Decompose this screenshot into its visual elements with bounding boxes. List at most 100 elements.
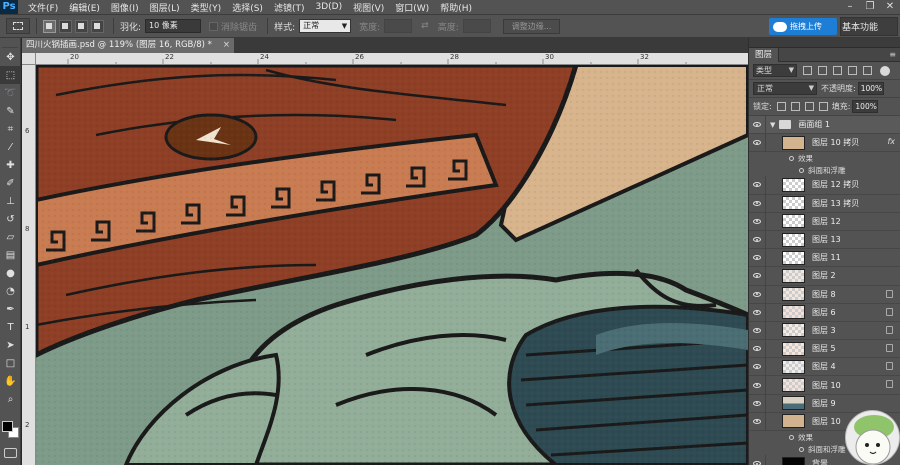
hand-icon[interactable]: ✋ [0, 372, 21, 390]
visibility-toggle[interactable] [749, 212, 766, 231]
visibility-toggle[interactable] [749, 303, 766, 322]
swap-icon[interactable]: ⇄ [421, 21, 429, 31]
dodge-icon[interactable]: ◔ [0, 282, 21, 300]
eyedropper-icon[interactable]: ⁄ [0, 138, 21, 156]
visibility-toggle[interactable] [749, 339, 766, 358]
fill-input[interactable]: 100% [852, 100, 879, 113]
visibility-toggle[interactable] [749, 266, 766, 285]
menu-help[interactable]: 帮助(H) [440, 1, 472, 14]
vertical-ruler[interactable]: 6 8 1 2 [22, 65, 36, 465]
effect-item-row[interactable]: 斜面和浮雕 [749, 164, 900, 176]
marquee-icon[interactable]: ⬚ [0, 66, 21, 84]
add-selection-icon[interactable] [59, 19, 72, 33]
close-button[interactable]: ✕ [880, 0, 900, 14]
fx-icon[interactable]: fx [887, 137, 895, 146]
layer-row[interactable]: 图层 5 [749, 339, 900, 359]
effect-visibility-icon[interactable] [789, 434, 794, 440]
menu-view[interactable]: 视图(V) [353, 1, 384, 14]
stamp-icon[interactable]: ⊥ [0, 192, 21, 210]
filter-toggle[interactable] [880, 65, 890, 76]
menu-window[interactable]: 窗口(W) [395, 1, 429, 14]
crop-icon[interactable]: ⌗ [0, 120, 21, 138]
feather-input[interactable]: 10 像素 [145, 19, 202, 33]
visibility-toggle[interactable] [749, 285, 766, 304]
type-filter-icon[interactable] [833, 66, 842, 75]
panel-collapse-strip[interactable] [749, 38, 900, 48]
menu-file[interactable]: 文件(F) [28, 1, 58, 14]
effect-visibility-icon[interactable] [799, 167, 804, 173]
menu-filter[interactable]: 滤镜(T) [274, 1, 305, 14]
upload-button[interactable]: 拖拽上传 [769, 18, 837, 35]
refine-edge-button[interactable]: 调整边缘... [502, 18, 561, 34]
layer-row[interactable]: 图层 4 [749, 357, 900, 377]
visibility-toggle[interactable] [749, 321, 766, 340]
shape-filter-icon[interactable] [848, 66, 857, 75]
rectangle-icon[interactable]: □ [0, 354, 21, 372]
layer-row[interactable]: 图层 11 [749, 248, 900, 268]
visibility-toggle[interactable] [749, 376, 766, 395]
layer-group-row[interactable]: ▼ 画面组 1 [749, 116, 900, 135]
minimize-button[interactable]: – [840, 0, 860, 14]
assistant-avatar[interactable] [845, 410, 900, 465]
lock-position-icon[interactable] [804, 102, 814, 111]
pen-icon[interactable]: ✒ [0, 300, 21, 318]
healing-icon[interactable]: ✚ [0, 156, 21, 174]
subtract-selection-icon[interactable] [75, 19, 88, 33]
brush-icon[interactable]: ✐ [0, 174, 21, 192]
effect-visibility-icon[interactable] [789, 155, 794, 161]
layer-row[interactable]: 图层 12 拷贝 [749, 175, 900, 195]
history-brush-icon[interactable]: ↺ [0, 210, 21, 228]
tab-layers[interactable]: 图层 [749, 47, 780, 62]
horizontal-ruler[interactable]: 20 22 24 26 28 30 32 [36, 53, 748, 65]
visibility-toggle[interactable] [749, 357, 766, 376]
artwork-canvas[interactable] [36, 65, 748, 465]
width-input[interactable] [384, 19, 413, 33]
path-select-icon[interactable]: ➤ [0, 336, 21, 354]
opacity-input[interactable]: 100% [857, 82, 884, 95]
layer-row[interactable]: 图层 2 [749, 266, 900, 286]
layer-row[interactable]: 图层 10 拷贝 fx [749, 133, 900, 153]
eraser-icon[interactable]: ▱ [0, 228, 21, 246]
visibility-toggle[interactable] [749, 248, 766, 267]
effects-row[interactable]: 效果 [749, 152, 900, 164]
effect-visibility-icon[interactable] [799, 446, 804, 452]
move-icon[interactable]: ✥ [0, 48, 21, 66]
height-input[interactable] [462, 19, 491, 33]
new-selection-icon[interactable] [43, 19, 56, 33]
visibility-toggle[interactable] [749, 175, 766, 194]
lasso-icon[interactable]: ➰ [0, 84, 21, 102]
visibility-toggle[interactable] [749, 454, 766, 465]
close-icon[interactable]: × [223, 38, 230, 53]
antialias-checkbox[interactable] [209, 21, 219, 31]
intersect-selection-icon[interactable] [91, 19, 104, 33]
layer-row[interactable]: 图层 8 [749, 285, 900, 304]
quick-mask-icon[interactable] [4, 448, 17, 458]
layer-row[interactable]: 图层 12 [749, 212, 900, 231]
menu-type[interactable]: 类型(Y) [191, 1, 222, 14]
type-icon[interactable]: T [0, 318, 21, 336]
menu-layer[interactable]: 图层(L) [150, 1, 180, 14]
lock-all-icon[interactable] [818, 102, 828, 111]
visibility-toggle[interactable] [749, 116, 766, 134]
document-tab[interactable]: 四川火锅插画.psd @ 119% (图层 16, RGB/8) * × [22, 38, 235, 53]
visibility-toggle[interactable] [749, 412, 766, 431]
foreground-color[interactable] [2, 421, 13, 432]
visibility-toggle[interactable] [749, 230, 766, 249]
menu-image[interactable]: 图像(I) [111, 1, 139, 14]
lock-transparency-icon[interactable] [776, 102, 786, 111]
tool-preset-picker[interactable] [6, 18, 30, 34]
visibility-toggle[interactable] [749, 133, 766, 152]
style-dropdown[interactable]: 正常 ▼ [299, 19, 352, 33]
restore-button[interactable]: ❐ [860, 0, 880, 14]
layer-row[interactable]: 图层 13 [749, 230, 900, 250]
layer-row[interactable]: 图层 13 拷贝 [749, 194, 900, 213]
visibility-toggle[interactable] [749, 394, 766, 413]
panel-menu-icon[interactable]: ≡ [889, 50, 896, 59]
gradient-icon[interactable]: ▤ [0, 246, 21, 264]
adjustment-filter-icon[interactable] [818, 66, 827, 75]
menu-select[interactable]: 选择(S) [232, 1, 263, 14]
blend-mode-dropdown[interactable]: 正常 ▼ [753, 82, 817, 95]
visibility-toggle[interactable] [749, 194, 766, 213]
layer-row[interactable]: 图层 3 [749, 321, 900, 341]
menu-3d[interactable]: 3D(D) [315, 2, 342, 12]
